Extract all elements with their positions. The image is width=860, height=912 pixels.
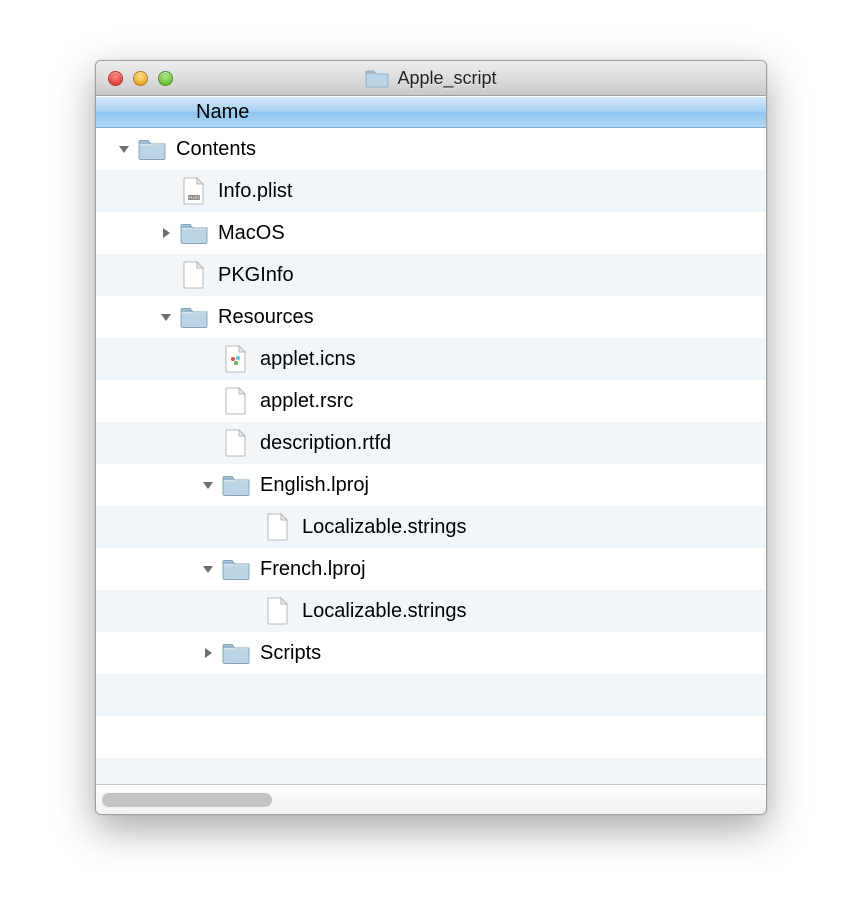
tree-row[interactable]: PLIST Info.plist bbox=[96, 170, 766, 212]
item-label: Contents bbox=[176, 138, 256, 161]
minimize-button[interactable] bbox=[133, 71, 148, 86]
horizontal-scrollbar[interactable] bbox=[102, 793, 362, 807]
folder-icon bbox=[365, 68, 389, 88]
window-title-group: Apple_script bbox=[96, 68, 766, 89]
item-label: Localizable.strings bbox=[302, 600, 467, 623]
disclosure-triangle-icon[interactable] bbox=[158, 225, 174, 241]
close-button[interactable] bbox=[108, 71, 123, 86]
tree-row[interactable]: applet.rsrc bbox=[96, 380, 766, 422]
window-title: Apple_script bbox=[397, 68, 496, 89]
file-icon bbox=[222, 387, 250, 415]
folder-icon bbox=[222, 639, 250, 667]
file-icon bbox=[264, 597, 292, 625]
item-label: Info.plist bbox=[218, 180, 292, 203]
tree-row-empty bbox=[96, 716, 766, 758]
tree-row-empty bbox=[96, 674, 766, 716]
disclosure-triangle-icon[interactable] bbox=[116, 141, 132, 157]
plist-icon: PLIST bbox=[180, 177, 208, 205]
disclosure-triangle-icon[interactable] bbox=[200, 561, 216, 577]
zoom-button[interactable] bbox=[158, 71, 173, 86]
file-icon bbox=[180, 261, 208, 289]
tree-row[interactable]: English.lproj bbox=[96, 464, 766, 506]
item-label: Localizable.strings bbox=[302, 516, 467, 539]
traffic-lights bbox=[96, 71, 173, 86]
folder-icon bbox=[180, 219, 208, 247]
item-label: applet.icns bbox=[260, 348, 356, 371]
tree-row-empty bbox=[96, 758, 766, 784]
tree-row[interactable]: PKGInfo bbox=[96, 254, 766, 296]
scrollbar-thumb[interactable] bbox=[102, 793, 272, 807]
folder-icon bbox=[138, 135, 166, 163]
item-label: Scripts bbox=[260, 642, 321, 665]
svg-text:PLIST: PLIST bbox=[188, 195, 200, 200]
file-icon bbox=[264, 513, 292, 541]
item-label: Resources bbox=[218, 306, 314, 329]
item-label: French.lproj bbox=[260, 558, 366, 581]
tree-row[interactable]: Contents bbox=[96, 128, 766, 170]
disclosure-triangle-icon[interactable] bbox=[200, 645, 216, 661]
item-label: MacOS bbox=[218, 222, 285, 245]
folder-icon bbox=[222, 555, 250, 583]
item-label: English.lproj bbox=[260, 474, 369, 497]
item-label: description.rtfd bbox=[260, 432, 391, 455]
outline-view[interactable]: Contents PLIST Info.plist MacOS PKGInfo Resou… bbox=[96, 128, 766, 784]
disclosure-triangle-icon[interactable] bbox=[158, 309, 174, 325]
tree-row[interactable]: MacOS bbox=[96, 212, 766, 254]
column-header-name[interactable]: Name bbox=[96, 96, 766, 128]
tree-row[interactable]: Localizable.strings bbox=[96, 590, 766, 632]
titlebar[interactable]: Apple_script bbox=[96, 61, 766, 96]
tree-row[interactable]: description.rtfd bbox=[96, 422, 766, 464]
disclosure-triangle-icon[interactable] bbox=[200, 477, 216, 493]
item-label: applet.rsrc bbox=[260, 390, 353, 413]
tree-row[interactable]: Resources bbox=[96, 296, 766, 338]
folder-icon bbox=[222, 471, 250, 499]
folder-icon bbox=[180, 303, 208, 331]
finder-window: Apple_script Name Contents PLIST Info.plis… bbox=[95, 60, 767, 815]
item-label: PKGInfo bbox=[218, 264, 294, 287]
tree-row[interactable]: applet.icns bbox=[96, 338, 766, 380]
icns-icon bbox=[222, 345, 250, 373]
tree-row[interactable]: Scripts bbox=[96, 632, 766, 674]
column-header-label: Name bbox=[196, 101, 249, 124]
status-bar bbox=[96, 784, 766, 814]
tree-row[interactable]: French.lproj bbox=[96, 548, 766, 590]
file-icon bbox=[222, 429, 250, 457]
tree-row[interactable]: Localizable.strings bbox=[96, 506, 766, 548]
